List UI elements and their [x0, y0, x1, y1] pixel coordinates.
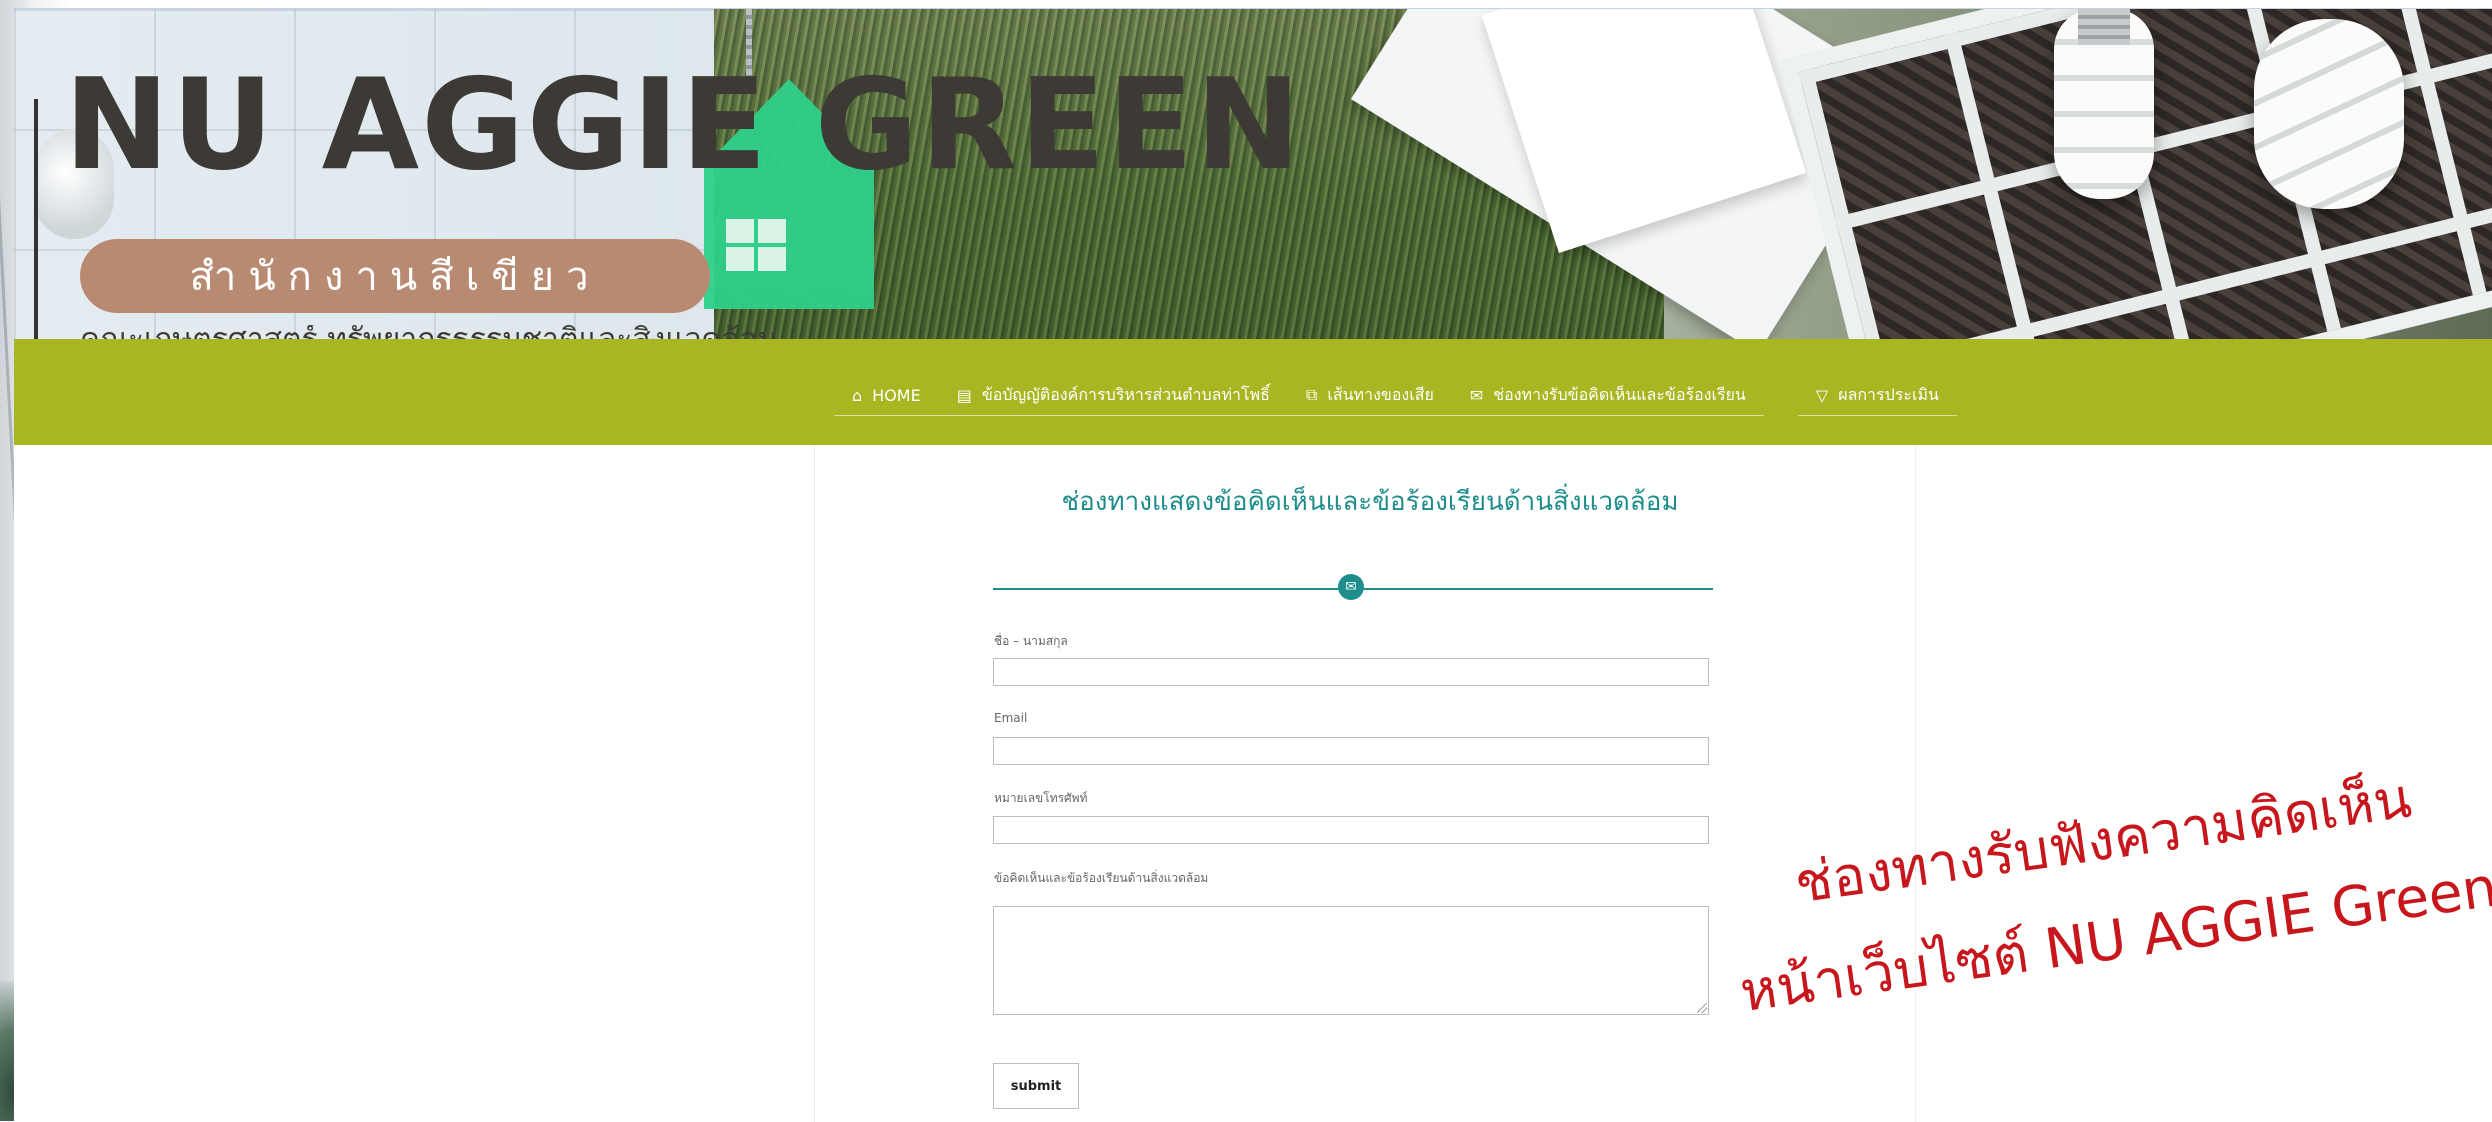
document-icon: ▤ — [956, 385, 972, 405]
nav-feedback[interactable]: ✉ ช่องทางรับข้อคิดเห็นและข้อร้องเรียน — [1451, 375, 1764, 416]
nav-label: ผลการประเมิน — [1838, 384, 1939, 404]
filter-icon: ▽ — [1815, 385, 1829, 405]
envelope-icon: ✉ — [1469, 385, 1484, 405]
bulb-base-decoration — [2078, 9, 2130, 45]
envelope-icon: ✉ — [1338, 574, 1364, 600]
nav-home[interactable]: ⌂ HOME — [834, 375, 939, 416]
nav-label: เส้นทางของเสีย — [1327, 384, 1434, 404]
comment-field[interactable] — [993, 906, 1709, 1015]
faculty-name: คณะเกษตรศาสตร์ ทรัพยากรธรรมชาติและสิ่งแว… — [80, 325, 840, 339]
nav-waste-route[interactable]: ⧉ เส้นทางของเสีย — [1287, 375, 1452, 416]
nav-label: ช่องทางรับข้อคิดเห็นและข้อร้องเรียน — [1493, 384, 1746, 404]
email-field[interactable] — [993, 737, 1709, 765]
light-bulb-icon — [2254, 19, 2404, 209]
name-label: ชื่อ – นามสกุล — [994, 634, 1068, 648]
nav-label: ข้อบัญญัติองค์การบริหารส่วนตำบลท่าโพธิ์ — [981, 384, 1270, 404]
presentation-icon: ⧉ — [1305, 385, 1318, 404]
resize-handle-icon[interactable] — [1697, 1003, 1707, 1013]
site-title: NU AGGIE GREEN — [64, 51, 1303, 198]
house-window-decoration — [726, 219, 786, 271]
submit-button[interactable]: submit — [993, 1063, 1079, 1109]
title-accent-bar — [34, 99, 38, 339]
name-field[interactable] — [993, 658, 1709, 686]
form-title: ช่องทางแสดงข้อคิดเห็นและข้อร้องเรียนด้าน… — [1061, 487, 1679, 517]
phone-label: หมายเลขโทรศัพท์ — [994, 791, 1088, 805]
nav-label: HOME — [872, 385, 921, 405]
home-icon: ⌂ — [852, 385, 863, 405]
site-subtitle-pill: สำนักงานสีเขียว — [80, 239, 710, 313]
main-navigation-bar: ⌂ HOME ▤ ข้อบัญญัติองค์การบริหารส่วนตำบล… — [14, 339, 2492, 445]
header-banner: NU AGGIE GREEN สำนักงานสีเขียว คณะเกษตรศ… — [14, 9, 2492, 339]
main-navigation: ⌂ HOME ▤ ข้อบัญญัติองค์การบริหารส่วนตำบล… — [834, 375, 1957, 416]
phone-field[interactable] — [993, 816, 1709, 844]
nav-assessment[interactable]: ▽ ผลการประเมิน — [1797, 375, 1957, 416]
nav-regulations[interactable]: ▤ ข้อบัญญัติองค์การบริหารส่วนตำบลท่าโพธิ… — [938, 375, 1288, 416]
email-label: Email — [994, 711, 1028, 725]
comment-label: ข้อคิดเห็นและข้อร้องเรียนด้านสิ่งแวดล้อม — [994, 871, 1209, 885]
